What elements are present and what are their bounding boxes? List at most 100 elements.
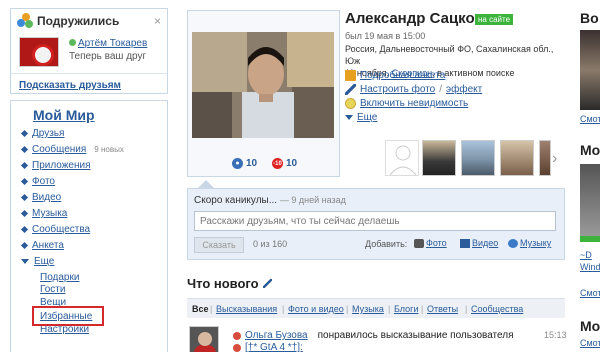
- nav-item-photo[interactable]: Фото: [20, 176, 55, 187]
- full-profile-link[interactable]: Подробная анкета: [360, 70, 445, 81]
- nav-label[interactable]: Приложения: [32, 160, 91, 171]
- bullet-icon: [20, 193, 29, 202]
- bullet-icon: [20, 209, 29, 218]
- nav-item-music[interactable]: Музыка: [20, 208, 67, 219]
- add-video-link[interactable]: Видео: [472, 238, 498, 248]
- pencil-icon: [345, 84, 356, 95]
- feed-action-text: понравилось высказывание пользователя: [317, 330, 514, 341]
- user-status-icon: [233, 343, 241, 352]
- rating-red[interactable]: -10 10: [272, 158, 297, 169]
- last-seen: был 19 мая в 15:00: [345, 31, 426, 41]
- nav-label[interactable]: Сообщества: [32, 224, 90, 235]
- setup-photo-link[interactable]: Настроить фото: [360, 84, 435, 95]
- nav-title[interactable]: Мой Мир: [33, 107, 95, 123]
- tab-all[interactable]: Все: [192, 304, 209, 314]
- setup-photo-action[interactable]: Настроить фото / эффект: [345, 84, 482, 95]
- right-link-3[interactable]: Wind: [580, 262, 600, 272]
- friends-footer: Подсказать друзьям: [11, 73, 167, 91]
- right-link-2[interactable]: ~D: [580, 250, 592, 260]
- chevron-down-icon: [345, 115, 353, 120]
- news-title-text: Что нового: [187, 276, 259, 291]
- bullet-icon: [20, 129, 29, 138]
- add-photo[interactable]: Фото: [414, 238, 447, 248]
- effect-link[interactable]: эффект: [446, 84, 482, 95]
- nav-item-profile[interactable]: Анкета: [20, 240, 64, 251]
- tab-separator: |: [210, 304, 213, 314]
- feed-avatar[interactable]: [189, 326, 219, 352]
- right-heading-2: Мо: [580, 142, 600, 158]
- photo-thumb[interactable]: [539, 140, 551, 176]
- nav-item-messages[interactable]: Сообщения 9 новых: [20, 144, 124, 155]
- rating-blue[interactable]: ● 10: [232, 158, 257, 169]
- add-music[interactable]: Музыку: [508, 238, 551, 248]
- friends-widget: Подружились × Артём Токарев Теперь ваш д…: [10, 8, 168, 94]
- tab-separator: |: [421, 304, 424, 314]
- nav-sub-label[interactable]: Гости: [40, 284, 65, 295]
- feed-author-link[interactable]: Ольга Бузова: [245, 330, 308, 341]
- separator: /: [439, 84, 443, 95]
- default-avatar[interactable]: [385, 140, 419, 176]
- rating-red-icon: -10: [272, 158, 283, 169]
- invisible-action[interactable]: Включить невидимость: [345, 98, 468, 109]
- photo-thumb[interactable]: [422, 140, 456, 176]
- right-link-5[interactable]: Смот: [580, 338, 600, 348]
- online-badge: на сайте: [475, 14, 514, 25]
- close-icon[interactable]: ×: [154, 14, 161, 28]
- nav-label[interactable]: Сообщения: [32, 144, 86, 155]
- nav-label[interactable]: Музыка: [32, 208, 67, 219]
- add-music-link[interactable]: Музыку: [520, 238, 551, 248]
- friend-avatar[interactable]: [19, 37, 59, 67]
- tab-statements[interactable]: Высказывания: [216, 304, 277, 314]
- right-link-4[interactable]: Смот: [580, 288, 600, 298]
- right-image[interactable]: [580, 30, 600, 110]
- profile-photo[interactable]: [192, 32, 334, 138]
- pencil-icon[interactable]: [262, 279, 272, 288]
- friend-subtitle: Теперь ваш друг: [69, 51, 147, 62]
- feed-item-line2: [†* GtA 4 *†]:: [233, 342, 303, 352]
- suggest-friends-link[interactable]: Подсказать друзьям: [19, 80, 121, 91]
- tab-separator: |: [282, 304, 285, 314]
- nav-label[interactable]: Фото: [32, 176, 55, 187]
- say-button[interactable]: Сказать: [194, 237, 244, 253]
- nav-item-communities[interactable]: Сообщества: [20, 224, 90, 235]
- tab-music[interactable]: Музыка: [352, 304, 384, 314]
- tab-blogs[interactable]: Блоги: [394, 304, 418, 314]
- nav-label[interactable]: Видео: [32, 192, 61, 203]
- status-ago: — 9 дней назад: [279, 195, 346, 205]
- nav-item-friends[interactable]: Друзья: [20, 128, 64, 139]
- add-photo-link[interactable]: Фото: [426, 238, 447, 248]
- nav-label[interactable]: Друзья: [32, 128, 64, 139]
- play-icon: [508, 238, 518, 248]
- nav-label[interactable]: Еще: [34, 256, 54, 267]
- user-silhouette-icon: [389, 145, 417, 176]
- right-image-2[interactable]: [580, 164, 600, 236]
- add-video[interactable]: Видео: [460, 238, 498, 248]
- right-link[interactable]: Смот: [580, 114, 600, 124]
- photo-thumb[interactable]: [461, 140, 495, 176]
- full-profile-action[interactable]: Подробная анкета: [345, 70, 445, 81]
- photo-thumb[interactable]: [500, 140, 534, 176]
- nav-sub-guests[interactable]: Гости: [40, 284, 65, 295]
- profile-name: Александр Сацков: [345, 10, 484, 27]
- nav-item-apps[interactable]: Приложения: [20, 160, 91, 171]
- nav-sub-label[interactable]: Подарки: [40, 272, 79, 283]
- tab-communities[interactable]: Сообщества: [471, 304, 523, 314]
- user-status-icon: [233, 331, 241, 340]
- nav-item-more[interactable]: Еще: [21, 256, 54, 267]
- feed-user-link[interactable]: [†* GtA 4 *†]:: [245, 342, 303, 352]
- status-input[interactable]: [194, 211, 556, 231]
- more-link[interactable]: Еще: [357, 112, 377, 123]
- tab-photo-video[interactable]: Фото и видео: [288, 304, 344, 314]
- tab-answers[interactable]: Ответы: [427, 304, 458, 314]
- nav-sub-gifts[interactable]: Подарки: [40, 272, 79, 283]
- friend-name[interactable]: Артём Токарев: [69, 38, 147, 49]
- info-icon: [345, 70, 356, 81]
- friend-name-link[interactable]: Артём Токарев: [78, 38, 147, 49]
- nav-item-video[interactable]: Видео: [20, 192, 61, 203]
- bullet-icon: [20, 241, 29, 250]
- nav-label[interactable]: Анкета: [32, 240, 64, 251]
- chevron-right-icon[interactable]: ›: [552, 150, 557, 168]
- messages-count: 9 новых: [94, 145, 124, 154]
- invisible-link[interactable]: Включить невидимость: [360, 98, 468, 109]
- more-action[interactable]: Еще: [345, 112, 377, 123]
